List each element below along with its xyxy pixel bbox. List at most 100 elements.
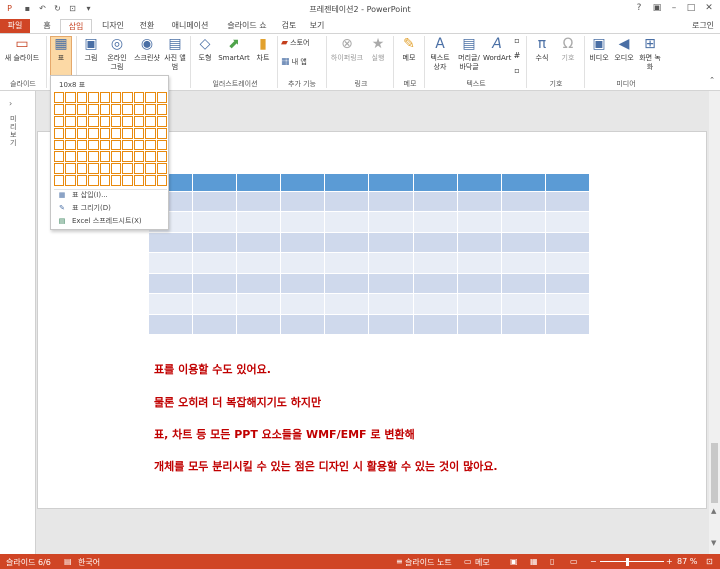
equation-button[interactable]: π 수식 <box>530 36 554 63</box>
table-size-cell[interactable] <box>156 151 167 163</box>
table-size-cell[interactable] <box>99 163 110 175</box>
ribbon-display-icon[interactable]: ▣ <box>650 2 664 15</box>
tab-design[interactable]: 디자인 <box>96 19 130 33</box>
table-size-cell[interactable] <box>65 103 76 115</box>
scroll-down-icon[interactable]: ▼ <box>711 539 716 547</box>
table-size-cell[interactable] <box>99 115 110 127</box>
table-size-cell[interactable] <box>133 151 145 163</box>
draw-table-item[interactable]: ✎ 표 그리기(D) <box>54 202 167 214</box>
table-size-cell[interactable] <box>54 127 65 139</box>
table-size-cell[interactable] <box>156 163 167 175</box>
comment-button[interactable]: ✎ 메모 <box>397 36 421 63</box>
smartart-button[interactable]: ⬈ SmartArt <box>218 36 250 63</box>
table-size-cell[interactable] <box>54 103 65 115</box>
table-size-cell[interactable] <box>65 151 76 163</box>
slideshow-icon[interactable]: ▭ <box>570 557 578 566</box>
table-size-cell[interactable] <box>122 175 133 186</box>
table-size-cell[interactable] <box>54 92 65 103</box>
table-size-cell[interactable] <box>145 115 156 127</box>
table-size-cell[interactable] <box>88 163 99 175</box>
table-size-cell[interactable] <box>133 92 145 103</box>
table-size-cell[interactable] <box>145 163 156 175</box>
audio-button[interactable]: ◀ 오디오 <box>612 36 636 63</box>
tab-review[interactable]: 검토 <box>278 19 300 33</box>
zoom-level[interactable]: 87 % <box>677 557 697 566</box>
slide-sorter-icon[interactable]: ▦ <box>530 557 538 566</box>
zoom-out-icon[interactable]: − <box>590 557 597 566</box>
table-size-grid[interactable] <box>54 92 167 186</box>
tab-file[interactable]: 파일 <box>0 19 30 33</box>
header-footer-button[interactable]: ▤ 머리글/ 바닥글 <box>454 36 484 72</box>
table-size-cell[interactable] <box>122 127 133 139</box>
table-size-cell[interactable] <box>110 139 122 151</box>
screen-recording-button[interactable]: ⊞ 화면 녹화 <box>638 36 662 72</box>
table-size-cell[interactable] <box>54 139 65 151</box>
zoom-slider[interactable] <box>600 561 664 562</box>
slide-text-line[interactable]: 표를 이용할 수도 있어요. <box>154 361 271 377</box>
table-size-cell[interactable] <box>110 92 122 103</box>
chart-button[interactable]: ▮ 차트 <box>252 36 274 63</box>
textbox-button[interactable]: A 텍스트 상자 <box>427 36 453 72</box>
table-size-cell[interactable] <box>99 139 110 151</box>
my-apps-button[interactable]: ▦ 내 앱 <box>281 58 321 67</box>
table-size-cell[interactable] <box>76 163 88 175</box>
table-size-cell[interactable] <box>88 115 99 127</box>
table-size-cell[interactable] <box>156 92 167 103</box>
slide-table[interactable] <box>147 173 591 336</box>
table-size-cell[interactable] <box>145 127 156 139</box>
table-size-cell[interactable] <box>76 151 88 163</box>
signin-link[interactable]: 로그인 <box>688 19 718 33</box>
screenshot-button[interactable]: ◉ 스크린샷 <box>132 36 162 63</box>
language-icon[interactable]: ▤ <box>64 557 72 566</box>
language-indicator[interactable]: 한국어 <box>78 557 100 568</box>
table-size-cell[interactable] <box>88 92 99 103</box>
expand-thumbnails-icon[interactable]: › <box>9 99 12 108</box>
excel-spreadsheet-item[interactable]: ▤ Excel 스프레드시트(X) <box>54 215 167 227</box>
pictures-button[interactable]: ▣ 그림 <box>80 36 102 63</box>
collapse-ribbon-button[interactable]: ⌃ <box>706 76 718 85</box>
table-size-cell[interactable] <box>122 151 133 163</box>
fit-to-window-icon[interactable]: ⊡ <box>706 557 713 566</box>
table-size-cell[interactable] <box>54 151 65 163</box>
tab-insert[interactable]: 삽입 <box>60 19 92 33</box>
table-size-cell[interactable] <box>133 175 145 186</box>
table-size-cell[interactable] <box>99 151 110 163</box>
table-size-cell[interactable] <box>54 115 65 127</box>
slide-text-line[interactable]: 물론 오히려 더 복잡해지기도 하지만 <box>154 394 321 410</box>
notes-button[interactable]: 슬라이드 노트 <box>405 557 452 568</box>
table-size-cell[interactable] <box>99 92 110 103</box>
table-size-cell[interactable] <box>145 175 156 186</box>
zoom-slider-thumb[interactable] <box>626 558 629 566</box>
shapes-button[interactable]: ◇ 도형 <box>194 36 216 63</box>
store-button[interactable]: ▰ 스토어 <box>281 39 321 48</box>
table-size-cell[interactable] <box>122 139 133 151</box>
table-size-cell[interactable] <box>76 139 88 151</box>
help-icon[interactable]: ? <box>632 2 646 15</box>
table-size-cell[interactable] <box>88 175 99 186</box>
table-size-cell[interactable] <box>99 103 110 115</box>
tab-animations[interactable]: 애니메이션 <box>164 19 216 33</box>
table-size-cell[interactable] <box>133 115 145 127</box>
table-size-cell[interactable] <box>76 127 88 139</box>
action-button[interactable]: ★ 실행 <box>366 36 390 63</box>
table-size-cell[interactable] <box>110 115 122 127</box>
tab-transitions[interactable]: 전환 <box>134 19 160 33</box>
table-size-cell[interactable] <box>122 92 133 103</box>
tab-view[interactable]: 보기 <box>304 19 330 33</box>
table-size-cell[interactable] <box>88 139 99 151</box>
table-size-cell[interactable] <box>88 127 99 139</box>
table-size-cell[interactable] <box>156 175 167 186</box>
slide-text-line[interactable]: 개체를 모두 분리시킬 수 있는 점은 디자인 시 활용할 수 있는 것이 많아… <box>154 458 498 474</box>
table-size-cell[interactable] <box>54 175 65 186</box>
table-size-cell[interactable] <box>122 115 133 127</box>
tab-home[interactable]: 홈 <box>38 19 56 33</box>
zoom-in-icon[interactable]: + <box>666 557 673 566</box>
table-size-cell[interactable] <box>133 103 145 115</box>
normal-view-icon[interactable]: ▣ <box>510 557 518 566</box>
table-size-cell[interactable] <box>65 115 76 127</box>
table-size-cell[interactable] <box>65 127 76 139</box>
comments-button[interactable]: 메모 <box>475 557 490 568</box>
object-button[interactable]: ▫ <box>512 66 522 76</box>
table-size-cell[interactable] <box>65 92 76 103</box>
table-size-cell[interactable] <box>133 127 145 139</box>
